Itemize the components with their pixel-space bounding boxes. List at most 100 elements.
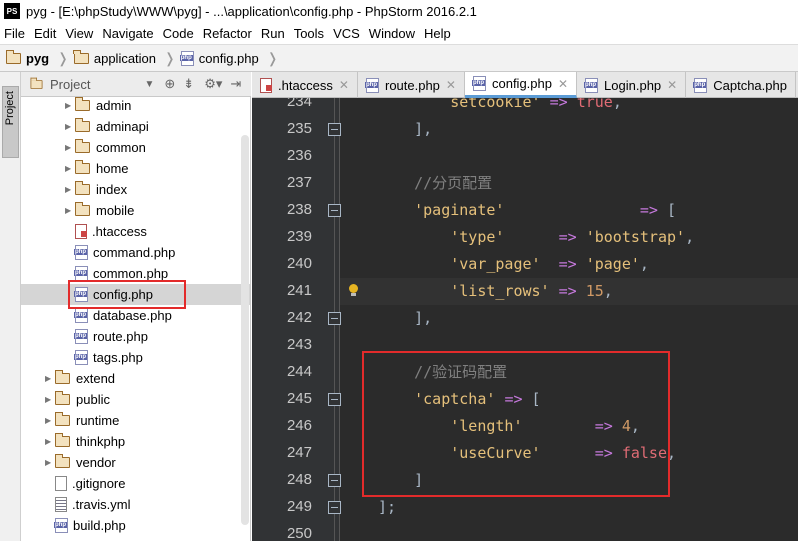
tab-captcha-php[interactable]: Captcha.php (686, 72, 796, 98)
code-line[interactable]: ], (340, 116, 798, 143)
close-icon[interactable]: ✕ (339, 78, 349, 92)
menu-help[interactable]: Help (424, 26, 451, 41)
menu-navigate[interactable]: Navigate (102, 26, 153, 41)
tab-config-php[interactable]: config.php ✕ (464, 72, 578, 98)
tree-folder[interactable]: ▶ runtime (21, 410, 250, 431)
code-token: ]; (378, 498, 397, 516)
code-line[interactable]: 'list_rows' => 15, (340, 278, 798, 305)
tree-item-label: .gitignore (72, 476, 126, 491)
menu-refactor[interactable]: Refactor (203, 26, 252, 41)
folder-icon (54, 412, 70, 426)
tab-htaccess[interactable]: .htaccess ✕ (252, 72, 358, 98)
expand-arrow-icon[interactable]: ▶ (45, 374, 55, 383)
expand-arrow-icon[interactable]: ▶ (65, 206, 75, 215)
code-line[interactable] (340, 143, 798, 170)
tree-file[interactable]: tags.php (21, 347, 250, 368)
line-number: 241 (286, 282, 312, 299)
tree-file[interactable]: .gitignore (21, 473, 250, 494)
tree-folder[interactable]: ▶ home (21, 158, 250, 179)
code-line[interactable]: ]; (340, 494, 798, 521)
line-number: 250 (286, 525, 312, 541)
menu-edit[interactable]: Edit (34, 26, 56, 41)
tree-folder[interactable]: ▶ public (21, 389, 250, 410)
tree-item-label: .htaccess (92, 224, 147, 239)
line-number: 240 (286, 255, 312, 272)
project-tool-tab[interactable]: Project (2, 86, 19, 158)
tree-file[interactable]: .travis.yml (21, 494, 250, 515)
menu-code[interactable]: Code (163, 26, 194, 41)
tree-file[interactable]: command.php (21, 242, 250, 263)
breadcrumb-item-pyg[interactable]: pyg (5, 49, 49, 66)
tree-folder[interactable]: ▶ index (21, 179, 250, 200)
php-file-icon (74, 329, 88, 344)
tree-item-label: common (96, 140, 146, 155)
tab-login-php[interactable]: Login.php ✕ (577, 72, 687, 98)
expand-arrow-icon[interactable]: ▶ (65, 101, 75, 110)
tab-route-php[interactable]: route.php ✕ (358, 72, 465, 98)
tree-item-label: adminapi (96, 119, 149, 134)
folder-icon (5, 49, 21, 64)
tab-label: Login.php (604, 77, 662, 93)
project-icon (30, 77, 43, 89)
code-token: , (612, 98, 622, 111)
line-number: 235 (286, 120, 312, 137)
expand-arrow-icon[interactable]: ▶ (65, 143, 75, 152)
tree-folder[interactable]: ▶ adminapi (21, 116, 250, 137)
expand-arrow-icon[interactable]: ▶ (65, 164, 75, 173)
gear-icon[interactable]: ⚙▾ (204, 76, 222, 92)
tree-folder[interactable]: ▶ common (21, 137, 250, 158)
expand-arrow-icon[interactable]: ▶ (45, 437, 55, 446)
tree-file[interactable]: .htaccess (21, 221, 250, 242)
tree-folder[interactable]: ▶ admin (21, 97, 250, 116)
tree-file[interactable]: build.php (21, 515, 250, 536)
tree-folder[interactable]: ▶ extend (21, 368, 250, 389)
code-line[interactable] (340, 521, 798, 541)
menu-file[interactable]: File (4, 26, 25, 41)
tab-label: route.php (384, 77, 440, 93)
breadcrumb-item-application[interactable]: application (73, 49, 156, 66)
php-file-icon (74, 350, 88, 365)
menu-tools[interactable]: Tools (294, 26, 324, 41)
tree-folder[interactable]: ▶ vendor (21, 452, 250, 473)
line-number: 239 (286, 228, 312, 245)
expand-arrow-icon[interactable]: ▶ (45, 416, 55, 425)
close-icon[interactable]: ✕ (558, 77, 568, 91)
hide-icon[interactable]: ⇥ (230, 76, 241, 92)
menu-window[interactable]: Window (369, 26, 415, 41)
tree-folder[interactable]: ▶ thinkphp (21, 431, 250, 452)
menu-bar: File Edit View Navigate Code Refactor Run Tools… (0, 22, 798, 44)
code-line[interactable]: setcookie' => true, (340, 98, 798, 116)
code-line[interactable]: ], (340, 305, 798, 332)
close-icon[interactable]: ✕ (667, 78, 677, 92)
line-number: 247 (286, 444, 312, 461)
lightbulb-icon[interactable] (348, 284, 360, 298)
close-icon[interactable]: ✕ (446, 78, 456, 92)
collapse-icon[interactable]: ⇟ (183, 76, 194, 92)
tree-item-label: .travis.yml (72, 497, 131, 512)
expand-arrow-icon[interactable]: ▶ (65, 122, 75, 131)
tree-file[interactable]: route.php (21, 326, 250, 347)
code-line[interactable]: //分页配置 (340, 170, 798, 197)
project-scrollbar[interactable] (241, 135, 249, 525)
tree-folder[interactable]: ▶ mobile (21, 200, 250, 221)
folder-icon (73, 49, 89, 64)
expand-arrow-icon[interactable]: ▶ (65, 185, 75, 194)
chevron-down-icon[interactable]: ▼ (144, 79, 154, 90)
code-line[interactable]: 'var_page' => 'page', (340, 251, 798, 278)
breadcrumb-item-config[interactable]: config.php (179, 50, 259, 66)
expand-arrow-icon[interactable]: ▶ (45, 458, 55, 467)
code-line[interactable]: 'paginate' => [ (340, 197, 798, 224)
side-tool-strip: Project (0, 72, 21, 541)
php-file-icon (74, 266, 88, 281)
menu-run[interactable]: Run (261, 26, 285, 41)
tree-item-label: common.php (93, 266, 169, 281)
expand-arrow-icon[interactable]: ▶ (45, 395, 55, 404)
project-view-selector[interactable]: Project (50, 77, 90, 92)
target-icon[interactable]: ⊕ (164, 76, 175, 92)
code-line[interactable]: 'type' => 'bootstrap', (340, 224, 798, 251)
tab-label: config.php (491, 76, 552, 91)
menu-view[interactable]: View (65, 26, 93, 41)
menu-vcs[interactable]: VCS (333, 26, 360, 41)
breadcrumb: pyg ❭ application ❭ config.php ❭ (0, 44, 798, 72)
